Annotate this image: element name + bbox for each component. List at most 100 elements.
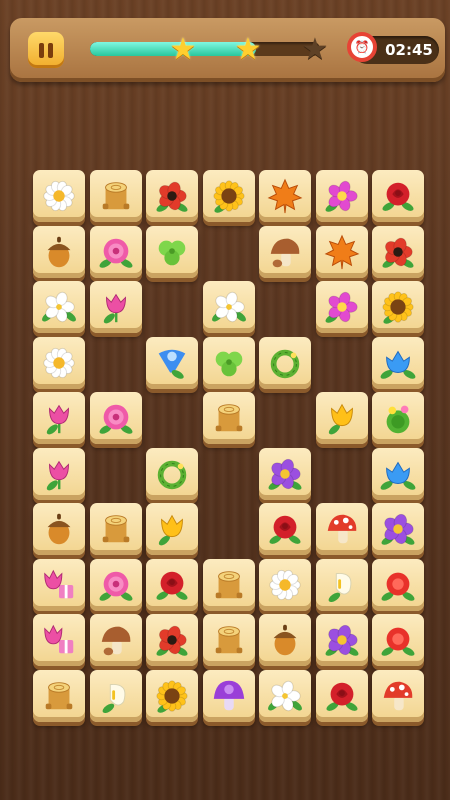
tile-calla-lily[interactable]: [89, 669, 142, 722]
tile-pink-blossom[interactable]: [315, 170, 368, 222]
tile-clover[interactable]: [202, 336, 255, 389]
tile-board: [0, 0, 450, 800]
tile-vine-wreath[interactable]: [146, 447, 198, 500]
pink-blossom-icon: [325, 291, 358, 323]
tulip-icon: [103, 293, 126, 324]
tile-daisy[interactable]: [33, 170, 85, 222]
tile-morning-glory[interactable]: [146, 336, 198, 389]
tile-stump[interactable]: [89, 503, 142, 555]
tile-calla-lily[interactable]: [315, 558, 368, 611]
tulip-gift-icon: [44, 624, 74, 654]
tile-red-mushroom[interactable]: [315, 503, 368, 555]
tile-yellow-tulip[interactable]: [146, 503, 198, 555]
tile-clover[interactable]: [146, 225, 198, 278]
mushroom-icon: [101, 626, 130, 656]
red-mushroom-icon: [383, 681, 413, 710]
tile-tulip[interactable]: [33, 447, 85, 500]
tile-tulip[interactable]: [89, 281, 142, 333]
cactus-flower-icon: [386, 405, 410, 434]
tile-maple-leaf[interactable]: [315, 225, 368, 278]
tile-stump[interactable]: [89, 170, 142, 222]
tile-red-mushroom[interactable]: [372, 669, 424, 722]
peony-icon: [99, 404, 132, 434]
tile-mushroom[interactable]: [89, 614, 142, 666]
tile-red-flower[interactable]: [372, 614, 424, 666]
peony-icon: [99, 571, 132, 601]
tile-rose[interactable]: [315, 669, 368, 722]
stump-icon: [215, 404, 242, 432]
rose-icon: [326, 682, 357, 711]
sunflower-icon: [156, 679, 188, 713]
tile-vine-wreath[interactable]: [259, 336, 311, 389]
tile-stump[interactable]: [33, 669, 85, 722]
purple-mushroom-icon: [213, 680, 244, 710]
tile-peony[interactable]: [89, 392, 142, 444]
tile-poppy[interactable]: [146, 170, 198, 222]
calla-lily-icon: [102, 683, 125, 713]
red-mushroom-icon: [327, 514, 356, 544]
stump-icon: [102, 182, 129, 210]
white-lily-icon: [211, 291, 246, 323]
poppy-icon: [382, 237, 414, 268]
tile-sunflower[interactable]: [202, 170, 255, 222]
violet-icon: [268, 458, 302, 490]
tile-rose[interactable]: [146, 558, 198, 611]
pink-blossom-icon: [325, 180, 358, 212]
tile-blue-flower[interactable]: [372, 336, 424, 389]
tile-acorn[interactable]: [33, 503, 85, 555]
tile-tulip[interactable]: [33, 392, 85, 444]
tile-sunflower[interactable]: [372, 281, 424, 333]
tile-tulip-gift[interactable]: [33, 558, 85, 611]
tile-stump[interactable]: [202, 392, 255, 444]
calla-lily-icon: [328, 572, 351, 602]
tile-maple-leaf[interactable]: [259, 170, 311, 222]
tile-daisy[interactable]: [33, 336, 85, 389]
stump-icon: [215, 626, 242, 654]
tile-tulip-gift[interactable]: [33, 614, 85, 666]
tile-stump[interactable]: [202, 614, 255, 666]
tile-violet[interactable]: [315, 614, 368, 666]
tile-sunflower[interactable]: [146, 669, 198, 722]
clover-icon: [158, 240, 186, 265]
tile-white-lily[interactable]: [202, 281, 255, 333]
mushroom-icon: [270, 238, 300, 267]
yellow-tulip-icon: [328, 403, 353, 435]
tile-daisy[interactable]: [259, 558, 311, 611]
tile-poppy[interactable]: [146, 614, 198, 666]
tile-stump[interactable]: [202, 558, 255, 611]
tile-acorn[interactable]: [259, 614, 311, 666]
tile-cactus-flower[interactable]: [372, 392, 424, 444]
tulip-icon: [46, 404, 69, 435]
tile-white-lily[interactable]: [33, 281, 85, 333]
tile-poppy[interactable]: [372, 225, 424, 278]
daisy-icon: [43, 347, 75, 378]
violet-icon: [325, 624, 358, 656]
tile-peony[interactable]: [89, 225, 142, 278]
acorn-icon: [47, 236, 71, 267]
acorn-icon: [273, 624, 297, 656]
stump-icon: [102, 515, 129, 543]
yellow-tulip-icon: [158, 514, 183, 546]
rose-icon: [156, 571, 188, 600]
tile-rose[interactable]: [372, 170, 424, 222]
tile-red-flower[interactable]: [372, 558, 424, 611]
tile-violet[interactable]: [259, 447, 311, 500]
tile-blue-flower[interactable]: [372, 447, 424, 500]
tile-violet[interactable]: [372, 503, 424, 555]
vine-wreath-icon: [157, 460, 187, 489]
maple-leaf-icon: [267, 178, 303, 214]
tile-acorn[interactable]: [33, 225, 85, 278]
tile-yellow-tulip[interactable]: [315, 392, 368, 444]
tile-pink-blossom[interactable]: [315, 281, 368, 333]
white-lily-icon: [42, 291, 76, 323]
vine-wreath-icon: [270, 349, 300, 378]
poppy-icon: [156, 181, 188, 212]
tile-peony[interactable]: [89, 558, 142, 611]
red-flower-icon: [381, 627, 415, 656]
tile-purple-mushroom[interactable]: [202, 669, 255, 722]
clover-icon: [215, 351, 242, 376]
tile-mushroom[interactable]: [259, 225, 311, 278]
tile-white-lily[interactable]: [259, 669, 311, 722]
rose-icon: [269, 515, 301, 544]
tile-rose[interactable]: [259, 503, 311, 555]
